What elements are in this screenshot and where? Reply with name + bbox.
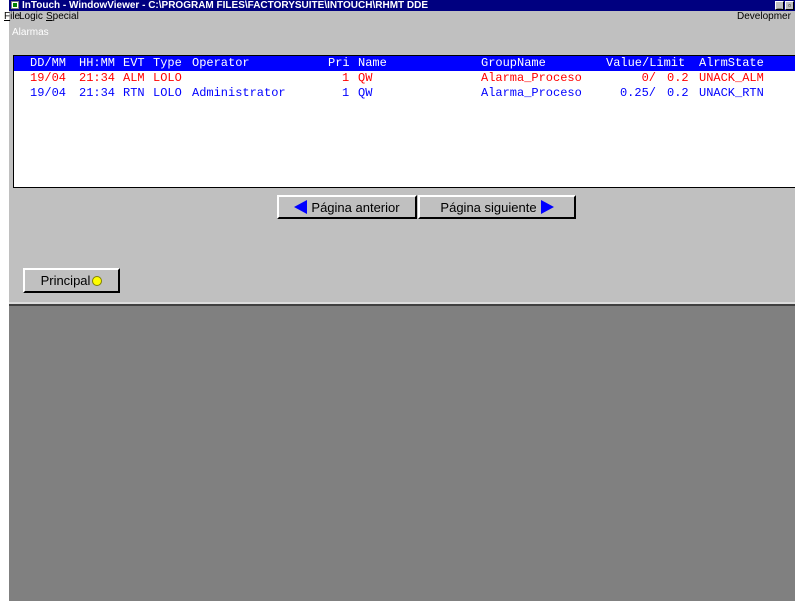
alarm-group: Alarma_Proceso	[481, 71, 582, 85]
indicator-light-icon	[92, 275, 103, 286]
maximize-button[interactable]: ▫	[785, 1, 794, 10]
menu-special-mnemonic: S	[46, 11, 53, 22]
menu-file[interactable]: File	[4, 11, 20, 23]
alarm-operator: Administrator	[192, 86, 286, 100]
principal-label: Principal	[40, 273, 91, 288]
intouch-window: InTouch - WindowViewer - C:\PROGRAM FILE…	[4, 0, 795, 601]
next-page-label: Página siguiente	[440, 199, 537, 215]
col-header-type: Type	[153, 56, 182, 70]
alarm-evt: RTN	[123, 86, 145, 100]
col-header-date: DD/MM	[30, 56, 67, 70]
alarm-pri: 1	[342, 71, 350, 85]
col-header-state: AlrmState	[699, 56, 764, 70]
alarm-row[interactable]: 19/04 21:34 RTN LOLO Administrator 1 QW …	[14, 86, 795, 101]
previous-page-label: Página anterior	[311, 199, 400, 215]
alarm-name: QW	[358, 86, 373, 100]
development-menu[interactable]: Developmer	[737, 11, 791, 23]
alarm-date: 19/04	[30, 86, 67, 100]
col-header-group: GroupName	[481, 56, 546, 70]
alarm-type: LOLO	[153, 71, 182, 85]
alarm-evt: ALM	[123, 71, 145, 85]
alarm-time: 21:34	[79, 86, 116, 100]
alarm-summary-display[interactable]: DD/MM HH:MM EVT Type Operator Pri Name G…	[13, 55, 795, 188]
alarms-section-label: Alarmas	[12, 27, 49, 38]
alarm-pri: 1	[342, 86, 350, 100]
next-page-button[interactable]: Página siguiente	[418, 195, 576, 219]
alarm-time: 21:34	[79, 71, 116, 85]
alarm-state: UNACK_RTN	[699, 86, 764, 100]
principal-button[interactable]: Principal	[23, 268, 120, 293]
alarm-value: 0.25/	[619, 86, 656, 100]
alarm-state: UNACK_ALM	[699, 71, 764, 85]
col-header-time: HH:MM	[79, 56, 116, 70]
alarm-row[interactable]: 19/04 21:34 ALM LOLO 1 QW Alarma_Proceso…	[14, 71, 795, 86]
alarm-name: QW	[358, 71, 373, 85]
arrow-right-icon	[540, 200, 554, 214]
alarm-header-row: DD/MM HH:MM EVT Type Operator Pri Name G…	[14, 56, 795, 71]
window-title: InTouch - WindowViewer - C:\PROGRAM FILE…	[22, 0, 429, 11]
col-header-value: Value/Limit	[606, 56, 686, 70]
minimize-button[interactable]: _	[775, 1, 784, 10]
menu-bar: File Logic Special	[4, 11, 795, 38]
alarm-value: 0/	[641, 71, 656, 85]
empty-workspace	[9, 304, 795, 601]
menu-special-label: pecial	[52, 11, 79, 22]
title-bar[interactable]: InTouch - WindowViewer - C:\PROGRAM FILE…	[9, 0, 795, 11]
intouch-app-icon[interactable]	[11, 1, 19, 9]
alarm-group: Alarma_Proceso	[481, 86, 582, 100]
menu-logic-label: Logic	[19, 11, 43, 22]
alarm-type: LOLO	[153, 86, 182, 100]
col-header-pri: Pri	[328, 56, 350, 70]
col-header-evt: EVT	[123, 56, 145, 70]
alarm-date: 19/04	[30, 71, 67, 85]
previous-page-button[interactable]: Página anterior	[277, 195, 417, 219]
col-header-operator: Operator	[192, 56, 250, 70]
alarm-limit: 0.2	[667, 71, 689, 85]
alarm-limit: 0.2	[667, 86, 689, 100]
menu-logic[interactable]: Logic	[19, 11, 43, 23]
col-header-name: Name	[358, 56, 387, 70]
arrow-left-icon	[294, 200, 308, 214]
menu-special[interactable]: Special	[46, 11, 79, 23]
